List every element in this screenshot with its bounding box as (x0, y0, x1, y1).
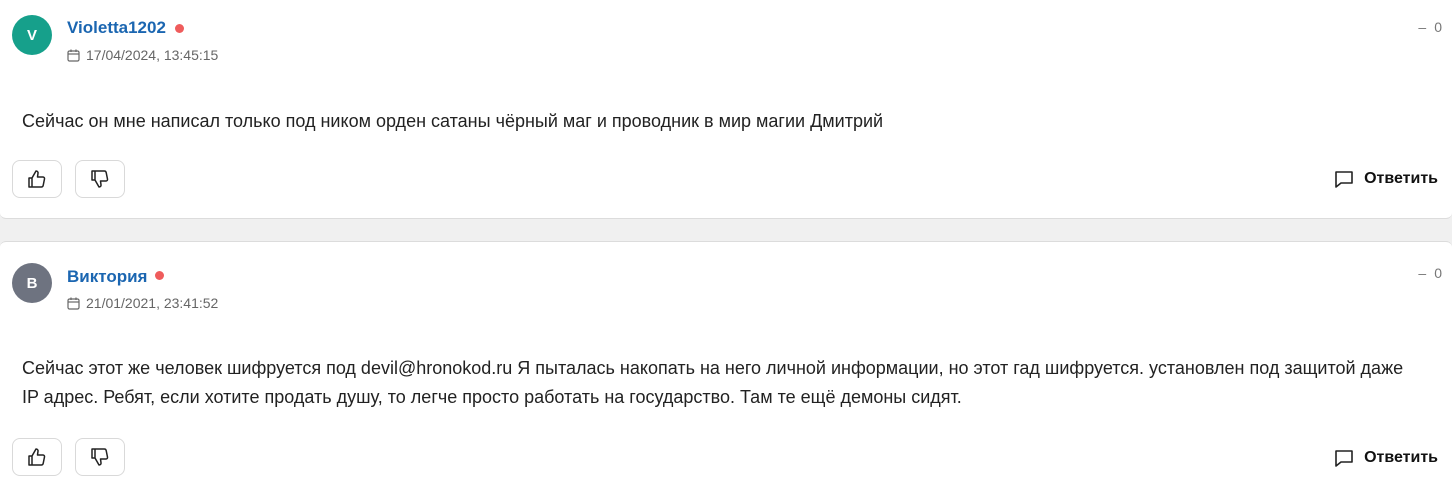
comment-rating: – 0 (1418, 265, 1442, 281)
author-name-link[interactable]: Виктория (67, 267, 147, 287)
calendar-icon (67, 49, 80, 62)
like-button[interactable] (12, 438, 62, 476)
comment-date: 17/04/2024, 13:45:15 (67, 47, 218, 63)
calendar-icon (67, 297, 80, 310)
comment-bubble-icon (1335, 171, 1353, 188)
comment-text: Сейчас он мне написал только под ником о… (22, 111, 884, 131)
thumbs-down-icon (91, 170, 109, 188)
like-button[interactable] (12, 160, 62, 198)
online-status-dot (155, 271, 164, 280)
thumbs-up-icon (28, 448, 46, 466)
dislike-button[interactable] (75, 160, 125, 198)
comment-text: Сейчас этот же человек шифруется под dev… (22, 358, 1404, 407)
comment-date: 21/01/2021, 23:41:52 (67, 295, 218, 311)
comment-card: В Виктория 21/01/2021, 23:41:52 – 0 Сейч… (0, 241, 1452, 490)
comment-bubble-icon (1335, 450, 1353, 467)
comment-date-text: 21/01/2021, 23:41:52 (86, 295, 219, 311)
avatar: В (12, 263, 52, 303)
reply-label: Ответить (1364, 170, 1438, 187)
thumbs-up-icon (28, 170, 46, 188)
reply-button[interactable]: Ответить (1334, 170, 1438, 188)
online-status-dot (175, 24, 184, 33)
rating-value: 0 (1434, 19, 1442, 35)
thumbs-down-icon (91, 448, 109, 466)
avatar: V (12, 15, 52, 55)
author-name-link[interactable]: Violetta1202 (67, 18, 166, 38)
comment-card: V Violetta1202 17/04/2024, 13:45:15 – 0 … (0, 0, 1452, 219)
reply-label: Ответить (1364, 449, 1438, 466)
reply-button[interactable]: Ответить (1334, 449, 1438, 467)
rating-sign: – (1418, 19, 1427, 35)
rating-sign: – (1418, 265, 1427, 281)
dislike-button[interactable] (75, 438, 125, 476)
comment-rating: – 0 (1418, 19, 1442, 35)
rating-value: 0 (1434, 265, 1442, 281)
comment-date-text: 17/04/2024, 13:45:15 (86, 47, 219, 63)
